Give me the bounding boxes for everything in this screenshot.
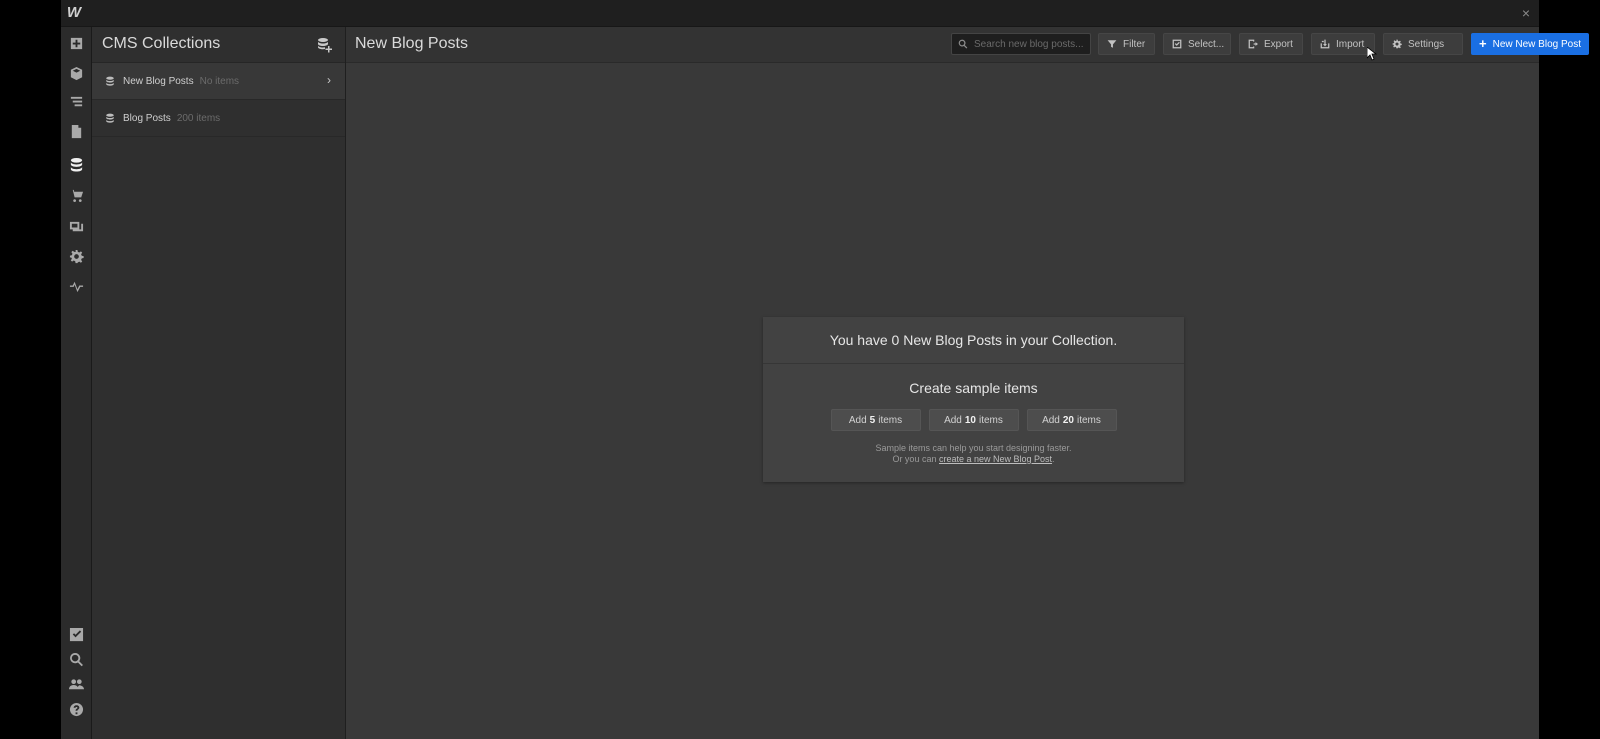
add-label: Add xyxy=(1042,414,1060,426)
help-prefix: Or you can xyxy=(892,454,937,464)
navigator-icon[interactable] xyxy=(66,91,86,111)
assets-icon[interactable] xyxy=(66,216,86,236)
help-suffix: . xyxy=(1052,454,1055,464)
export-label: Export xyxy=(1264,38,1293,50)
close-button[interactable]: × xyxy=(1517,4,1535,22)
select-button[interactable]: Select... xyxy=(1163,33,1231,55)
pages-icon[interactable] xyxy=(66,121,86,141)
add-20-items-button[interactable]: Add 20 items xyxy=(1026,409,1117,431)
components-icon[interactable] xyxy=(66,63,86,83)
checkbox-icon xyxy=(1172,39,1182,49)
tasks-icon[interactable] xyxy=(66,624,86,644)
add-panel-icon[interactable] xyxy=(66,33,86,53)
items-label: items xyxy=(979,414,1003,426)
collection-name: New Blog Posts xyxy=(123,75,194,87)
add-label: Add xyxy=(944,414,962,426)
settings-icon[interactable] xyxy=(66,246,86,266)
add-database-icon xyxy=(318,38,332,53)
add-collection-button[interactable] xyxy=(315,35,335,55)
chevron-right-icon: › xyxy=(327,73,331,87)
main-content: New Blog Posts Filter Select... Export xyxy=(346,27,1589,739)
collection-item-blog-posts[interactable]: Blog Posts 200 items xyxy=(92,100,345,137)
collection-name: Blog Posts xyxy=(123,112,171,124)
help-line-1: Sample items can help you start designin… xyxy=(875,443,1072,453)
add-label: Add xyxy=(848,414,867,426)
top-bar: W × xyxy=(61,0,1539,27)
export-button[interactable]: Export xyxy=(1239,33,1303,55)
database-icon xyxy=(105,76,115,86)
search-box[interactable] xyxy=(951,33,1091,55)
settings-button[interactable]: Settings xyxy=(1383,33,1463,55)
add-count: 10 xyxy=(964,414,976,426)
filter-icon xyxy=(1107,39,1117,49)
items-label: items xyxy=(1077,414,1101,426)
search-icon[interactable] xyxy=(66,649,86,669)
ecommerce-icon[interactable] xyxy=(66,185,86,205)
collection-count: No items xyxy=(199,75,240,87)
collections-title: CMS Collections xyxy=(102,35,221,52)
import-label: Import xyxy=(1336,38,1365,50)
filter-button[interactable]: Filter xyxy=(1098,33,1155,55)
sample-items-title: Create sample items xyxy=(909,380,1038,396)
select-label: Select... xyxy=(1188,38,1225,50)
help-text: Sample items can help you start designin… xyxy=(763,443,1184,465)
settings-label: Settings xyxy=(1408,38,1445,50)
cms-icon[interactable] xyxy=(66,154,86,174)
import-button[interactable]: Import xyxy=(1311,33,1375,55)
left-rail xyxy=(61,27,92,739)
mouse-cursor-icon xyxy=(1367,47,1377,61)
add-5-items-button[interactable]: Add 5 items xyxy=(830,409,921,431)
database-icon xyxy=(105,113,115,123)
add-count: 20 xyxy=(1062,414,1074,426)
items-label: items xyxy=(878,414,903,426)
add-count: 5 xyxy=(869,414,876,426)
audit-icon[interactable] xyxy=(66,275,86,295)
collections-header: CMS Collections xyxy=(92,27,345,63)
users-icon[interactable] xyxy=(66,674,86,694)
filter-label: Filter xyxy=(1123,38,1146,50)
export-icon xyxy=(1248,39,1258,49)
plus-icon: + xyxy=(1479,36,1487,51)
import-icon xyxy=(1320,39,1330,49)
help-icon[interactable] xyxy=(66,699,86,719)
search-icon xyxy=(958,39,968,49)
create-new-item-link[interactable]: create a new New Blog Post xyxy=(939,454,1052,464)
add-10-items-button[interactable]: Add 10 items xyxy=(928,409,1019,431)
collection-item-new-blog-posts[interactable]: New Blog Posts No items › xyxy=(92,63,345,100)
search-input[interactable] xyxy=(972,37,1088,51)
sample-buttons: Add 5 items Add 10 items Add 20 items xyxy=(763,409,1184,431)
empty-state-message: You have 0 New Blog Posts in your Collec… xyxy=(763,317,1184,364)
collections-panel: CMS Collections New Blog Posts No items … xyxy=(92,27,346,739)
help-line-2: Or you can create a new New Blog Post. xyxy=(763,454,1184,465)
gear-icon xyxy=(1392,39,1402,49)
page-title: New Blog Posts xyxy=(355,35,468,52)
collection-count: 200 items xyxy=(176,112,221,124)
main-header: New Blog Posts Filter Select... Export xyxy=(346,27,1589,63)
new-item-label: New New Blog Post xyxy=(1492,38,1581,50)
webflow-logo[interactable]: W xyxy=(65,4,83,22)
empty-state-card: You have 0 New Blog Posts in your Collec… xyxy=(763,317,1184,482)
new-item-button[interactable]: + New New Blog Post xyxy=(1471,33,1589,55)
webflow-designer: W × CMS Collections New Blog Posts No it… xyxy=(61,0,1589,739)
